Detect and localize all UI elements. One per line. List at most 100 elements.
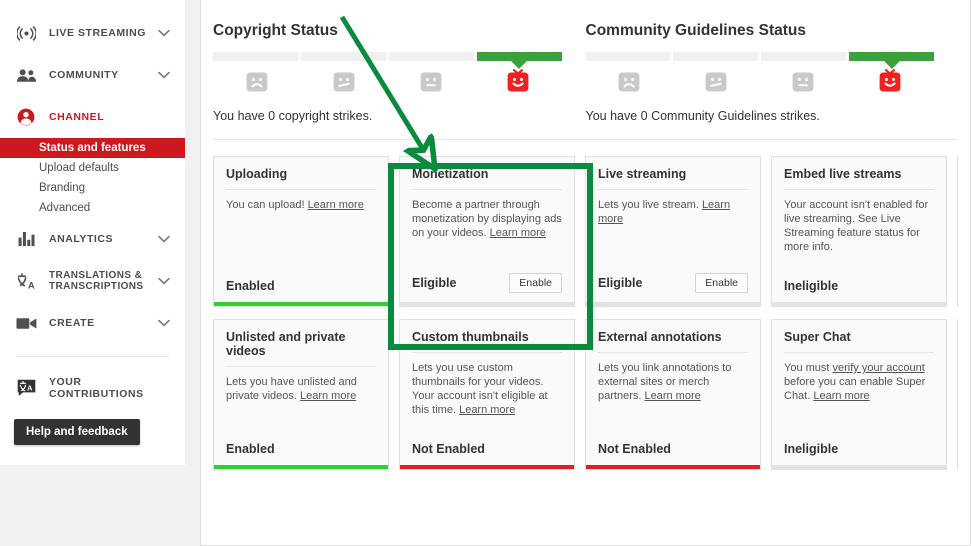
sidebar-item-label: TRANSLATIONS & TRANSCRIPTIONS xyxy=(49,269,144,293)
community-guidelines-status-strike-text: You have 0 Community Guidelines strikes. xyxy=(585,109,820,123)
copyright-status-title: Copyright Status xyxy=(213,22,338,39)
feature-card-body: Your account isn't enabled for live stre… xyxy=(772,190,946,279)
feature-card-footer: Enabled xyxy=(214,279,388,302)
community-guidelines-status-face-row xyxy=(586,69,935,95)
sidebar-subitem-upload-defaults[interactable]: Upload defaults xyxy=(0,158,185,178)
face-slight-frown-icon xyxy=(673,69,760,95)
feature-card-status-bar xyxy=(214,465,388,469)
feature-card-status: Ineligible xyxy=(784,442,839,456)
feature-card-status: Ineligible xyxy=(784,279,839,293)
face-slight-frown-icon xyxy=(300,69,387,95)
chevron-down-icon[interactable] xyxy=(157,29,171,37)
sidebar-item-translations[interactable]: A TRANSLATIONS & TRANSCRIPTIONS xyxy=(0,260,185,302)
feature-card-body: You can upload! Learn more xyxy=(214,190,388,279)
sidebar-item-label: LIVE STREAMING xyxy=(49,26,146,39)
learn-more-link[interactable]: Learn more xyxy=(459,404,515,416)
feature-card-title: External annotations xyxy=(598,330,722,344)
feature-card-body: Lets you live stream. Learn more xyxy=(586,190,760,273)
enable-button[interactable]: Enable xyxy=(695,273,748,293)
feature-card-status-bar xyxy=(586,302,760,306)
face-happy-icon xyxy=(847,69,934,95)
status-segment-empty xyxy=(761,52,847,61)
translate-box-icon: A xyxy=(14,379,38,397)
sidebar-subitem-advanced[interactable]: Advanced xyxy=(0,198,185,218)
sidebar-subitem-status-and-features[interactable]: Status and features xyxy=(0,138,185,158)
feature-card-title: Uploading xyxy=(226,167,288,181)
sidebar-subitem-branding[interactable]: Branding xyxy=(0,178,185,198)
face-sad-icon xyxy=(586,69,673,95)
bar-chart-icon xyxy=(14,231,38,247)
feature-card-embed-live-streams[interactable]: Embed live streams Your account isn't en… xyxy=(771,156,947,307)
sidebar-item-label: COMMUNITY xyxy=(49,68,119,81)
sidebar-item-live-streaming[interactable]: LIVE STREAMING xyxy=(0,12,185,54)
feature-card-external-annotations[interactable]: External annotations Lets you link annot… xyxy=(585,319,761,470)
chevron-down-icon[interactable] xyxy=(157,71,171,79)
community-guidelines-status: Community Guidelines Status You have 0 C… xyxy=(585,22,959,123)
card-body-text: You must xyxy=(784,362,833,374)
feature-card-uploading[interactable]: Uploading You can upload! Learn more Ena… xyxy=(213,156,389,307)
feature-card-row2-next-card[interactable] xyxy=(957,319,958,470)
sidebar-divider xyxy=(16,356,169,357)
green-highlight-box-annotation xyxy=(388,163,593,350)
svg-text:A: A xyxy=(27,384,33,393)
sidebar-item-label: YOUR CONTRIBUTIONS xyxy=(49,375,144,400)
card-body-text: Lets you use custom thumbnails for your … xyxy=(412,362,544,388)
copyright-status: Copyright Status You have 0 copyright st… xyxy=(213,22,586,123)
feature-card-super-chat[interactable]: Super Chat You must verify your account … xyxy=(771,319,947,470)
status-segment-good xyxy=(476,52,562,61)
feature-card-footer: Eligible Enable xyxy=(586,273,760,302)
face-sad-icon xyxy=(213,69,300,95)
learn-more-link[interactable]: Learn more xyxy=(644,390,700,402)
people-icon xyxy=(14,68,38,83)
feature-card-footer: Ineligible xyxy=(772,279,946,302)
feature-card-footer: Ineligible xyxy=(772,442,946,465)
feature-card-row1-next-card[interactable] xyxy=(957,156,958,307)
learn-more-link[interactable]: verify your account xyxy=(833,362,925,374)
help-and-feedback-button[interactable]: Help and feedback xyxy=(14,419,140,445)
person-circle-icon xyxy=(14,108,38,126)
status-segment-empty xyxy=(388,52,474,61)
feature-card-body: Lets you use custom thumbnails for your … xyxy=(400,353,574,442)
feature-card-title: Live streaming xyxy=(598,167,687,181)
feature-card-title: Unlisted and private videos xyxy=(226,330,346,358)
sidebar-item-channel[interactable]: CHANNEL xyxy=(0,96,185,138)
copyright-status-segment-bar xyxy=(213,52,562,61)
sidebar-item-your-contributions[interactable]: A YOUR CONTRIBUTIONS xyxy=(0,367,185,409)
feature-card-footer: Enabled xyxy=(214,442,388,465)
feature-card-body: You must verify your account before you … xyxy=(772,353,946,442)
chevron-down-icon[interactable] xyxy=(157,319,171,327)
sidebar-item-label: CHANNEL xyxy=(49,110,105,123)
feature-card-status: Not Enabled xyxy=(412,442,485,456)
community-guidelines-status-title: Community Guidelines Status xyxy=(585,22,806,39)
status-segment-empty xyxy=(673,52,759,61)
status-summary-row: Copyright Status You have 0 copyright st… xyxy=(213,0,958,133)
feature-card-status: Enabled xyxy=(226,442,275,456)
sidebar-item-create[interactable]: CREATE xyxy=(0,302,185,344)
sidebar-item-analytics[interactable]: ANALYTICS xyxy=(0,218,185,260)
learn-more-link[interactable]: Learn more xyxy=(813,390,869,402)
svg-text:A: A xyxy=(27,280,34,289)
feature-card-live-streaming[interactable]: Live streaming Lets you live stream. Lea… xyxy=(585,156,761,307)
sidebar-item-community[interactable]: COMMUNITY xyxy=(0,54,185,96)
feature-card-footer: Not Enabled xyxy=(586,442,760,465)
card-body-text: You can upload! xyxy=(226,199,308,211)
copyright-status-strike-text: You have 0 copyright strikes. xyxy=(213,109,373,123)
learn-more-link[interactable]: Learn more xyxy=(308,199,364,211)
feature-card-unlisted-and-private-videos[interactable]: Unlisted and private videos Lets you hav… xyxy=(213,319,389,470)
face-happy-icon xyxy=(474,69,561,95)
feature-card-body: Lets you have unlisted and private video… xyxy=(214,367,388,442)
broadcast-icon xyxy=(14,25,38,41)
chevron-down-icon[interactable] xyxy=(157,235,171,243)
face-neutral-icon xyxy=(387,69,474,95)
learn-more-link[interactable]: Learn more xyxy=(300,390,356,402)
feature-card-status: Not Enabled xyxy=(598,442,671,456)
feature-card-title: Super Chat xyxy=(784,330,851,344)
copyright-status-face-row xyxy=(213,69,562,95)
community-guidelines-status-segment-bar xyxy=(585,52,934,61)
feature-card-status-bar xyxy=(772,465,946,469)
status-segment-empty xyxy=(213,52,298,61)
card-body-text: Lets you live stream. xyxy=(598,199,702,211)
chevron-down-icon[interactable] xyxy=(157,277,171,285)
feature-card-status: Enabled xyxy=(226,279,275,293)
face-neutral-icon xyxy=(760,69,847,95)
